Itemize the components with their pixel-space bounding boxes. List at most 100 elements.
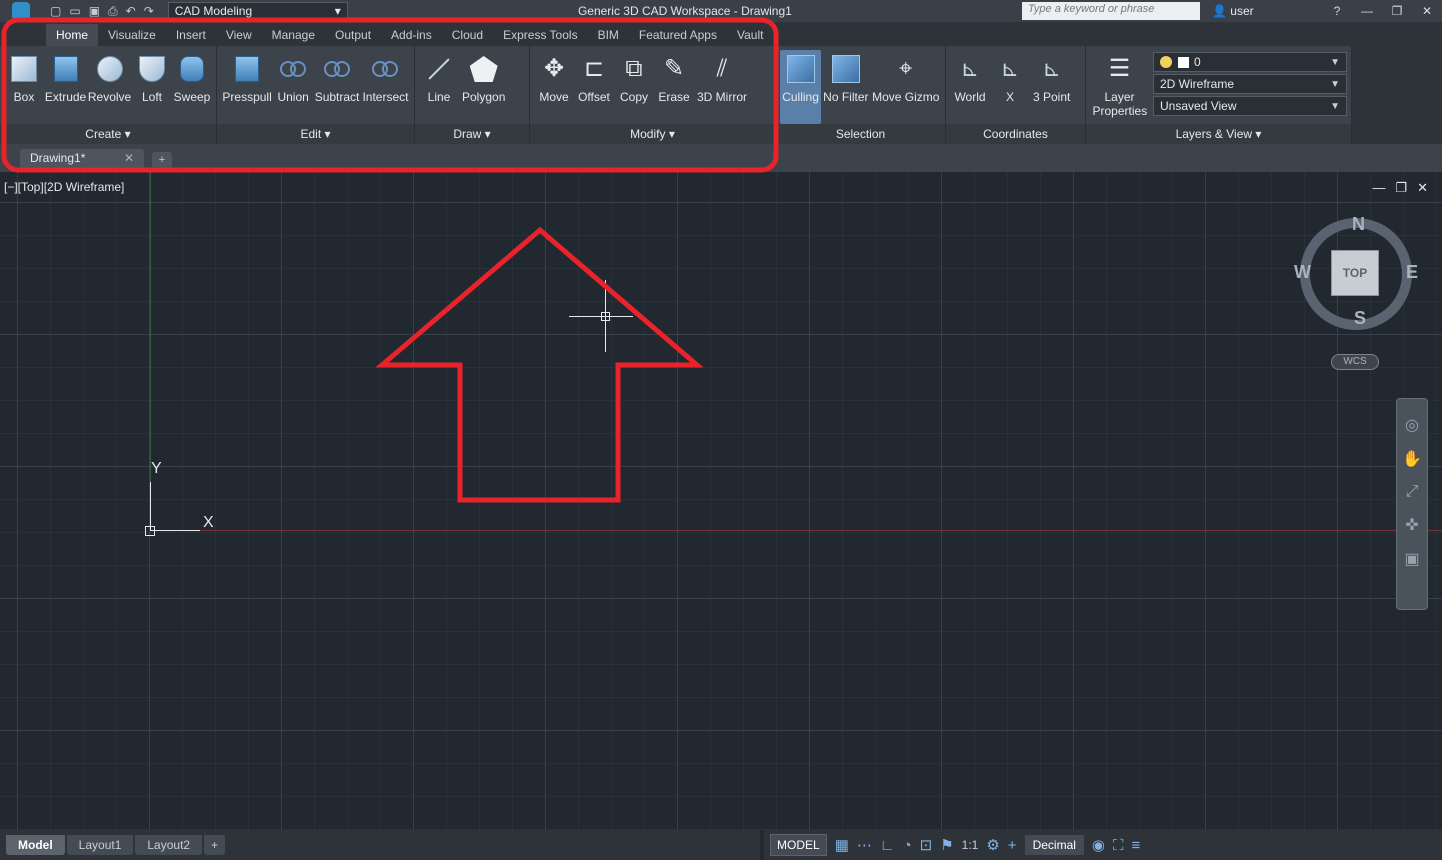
gear-icon[interactable]: ⚙ (986, 836, 999, 854)
box-button[interactable]: Box (4, 50, 44, 124)
move-button[interactable]: ✥ Move (534, 50, 574, 124)
menu-icon[interactable]: ≡ (1132, 837, 1141, 854)
tab-insert[interactable]: Insert (166, 24, 216, 46)
add-layout-button[interactable]: + (204, 835, 226, 855)
move-icon: ✥ (543, 55, 565, 82)
presspull-button[interactable]: Presspull (221, 50, 273, 124)
showmotion-icon[interactable]: ▣ (1404, 549, 1419, 569)
new-file-icon[interactable]: ▢ (50, 4, 61, 19)
sweep-button[interactable]: Sweep (172, 50, 212, 124)
viewport-controls-label[interactable]: [−][Top][2D Wireframe] (4, 180, 124, 194)
tab-view[interactable]: View (216, 24, 262, 46)
steering-wheel-icon[interactable]: ◎ (1405, 415, 1419, 435)
tab-layout1[interactable]: Layout1 (66, 835, 134, 855)
layer-select[interactable]: 0 ▼ (1153, 52, 1347, 72)
fullscreen-icon[interactable]: ⛶ (1113, 837, 1124, 854)
ucs-x-button[interactable]: ⊾ X (990, 50, 1030, 124)
isolate-icon[interactable]: ◉ (1092, 836, 1105, 854)
tab-manage[interactable]: Manage (262, 24, 325, 46)
open-file-icon[interactable]: ▭ (69, 4, 80, 19)
tab-vault[interactable]: Vault (727, 24, 773, 46)
compass-south[interactable]: S (1354, 308, 1366, 329)
polar-icon[interactable]: ◔ (903, 837, 912, 854)
copy-button[interactable]: ⧉ Copy (614, 50, 654, 124)
pan-hand-icon[interactable]: ✋ (1402, 449, 1422, 469)
layer-properties-button[interactable]: ☰ Layer Properties (1090, 50, 1149, 124)
drawing-viewport[interactable]: [−][Top][2D Wireframe] — ❐ ✕ X Y N S E W… (0, 172, 1442, 830)
print-icon[interactable]: ⎙ (108, 4, 118, 19)
tab-featured-apps[interactable]: Featured Apps (629, 24, 727, 46)
compass-north[interactable]: N (1352, 214, 1365, 235)
culling-button[interactable]: Culling (780, 50, 822, 124)
user-account[interactable]: 👤 user (1212, 4, 1322, 18)
panel-layers-view: ☰ Layer Properties 0 ▼ 2D Wireframe ▼ Unsav… (1086, 46, 1352, 144)
osnap-icon[interactable]: ⊡ (920, 836, 933, 854)
erase-button[interactable]: ✎ Erase (654, 50, 694, 124)
model-space-toggle[interactable]: MODEL (770, 834, 827, 856)
ortho-icon[interactable]: ∟ (880, 837, 895, 854)
units-select[interactable]: Decimal (1024, 835, 1084, 855)
panel-title-draw[interactable]: Draw ▾ (415, 124, 529, 144)
no-filter-button[interactable]: No Filter (821, 50, 870, 124)
ucs-3point-button[interactable]: ⊾ 3 Point (1030, 50, 1073, 124)
compass-west[interactable]: W (1294, 262, 1311, 283)
panel-title-layers-view[interactable]: Layers & View ▾ (1086, 124, 1351, 144)
tab-express-tools[interactable]: Express Tools (493, 24, 587, 46)
tab-visualize[interactable]: Visualize (98, 24, 166, 46)
view-cube-top-face[interactable]: TOP (1331, 250, 1379, 296)
new-tab-button[interactable]: + (152, 152, 172, 168)
offset-button[interactable]: ⊏ Offset (574, 50, 614, 124)
extrude-button[interactable]: Extrude (44, 50, 87, 124)
intersect-icon (372, 61, 399, 77)
help-icon[interactable]: ? (1322, 1, 1352, 21)
restore-viewport-icon[interactable]: ❐ (1395, 180, 1407, 196)
tab-home[interactable]: Home (46, 24, 99, 46)
zoom-icon[interactable]: ⤢ (1406, 483, 1419, 501)
offset-icon: ⊏ (583, 55, 605, 82)
visual-style-select[interactable]: 2D Wireframe ▼ (1153, 74, 1347, 94)
undo-icon[interactable]: ↶ (126, 4, 136, 19)
close-icon[interactable]: ✕ (1412, 1, 1442, 21)
ucs-x-icon: ⊾ (1000, 56, 1020, 81)
panel-title-edit[interactable]: Edit ▾ (217, 124, 414, 144)
save-icon[interactable]: ▣ (89, 4, 100, 19)
plus-icon[interactable]: + (1008, 837, 1017, 854)
tab-bim[interactable]: BIM (588, 24, 629, 46)
mirror-3d-button[interactable]: ⫽ 3D Mirror (694, 50, 750, 124)
close-viewport-icon[interactable]: ✕ (1417, 180, 1428, 196)
grid-icon[interactable]: ▦ (835, 836, 849, 854)
restore-icon[interactable]: ❐ (1382, 1, 1412, 21)
panel-title-modify[interactable]: Modify ▾ (530, 124, 775, 144)
loft-button[interactable]: Loft (132, 50, 172, 124)
intersect-button[interactable]: Intersect (361, 50, 410, 124)
workspace-select[interactable]: CAD Modeling ▾ (167, 2, 348, 20)
annotation-icon[interactable]: ⚑ (940, 836, 953, 854)
snap-icon[interactable]: ⋯ (857, 836, 872, 854)
polygon-button[interactable]: Polygon (459, 50, 508, 124)
line-icon (428, 58, 450, 80)
redo-icon[interactable]: ↷ (144, 4, 154, 19)
close-tab-icon[interactable]: ✕ (124, 151, 134, 165)
tab-model[interactable]: Model (6, 835, 65, 855)
tab-output[interactable]: Output (325, 24, 381, 46)
compass-east[interactable]: E (1406, 262, 1418, 283)
union-button[interactable]: Union (273, 50, 313, 124)
wcs-menu-button[interactable]: WCS (1331, 354, 1379, 370)
minimize-icon[interactable]: — (1352, 1, 1382, 21)
revolve-button[interactable]: Revolve (87, 50, 132, 124)
annotation-scale[interactable]: 1:1 (962, 838, 979, 852)
subtract-button[interactable]: Subtract (313, 50, 361, 124)
tab-layout2[interactable]: Layout2 (135, 835, 203, 855)
ucs-world-button[interactable]: ⊾ World (950, 50, 990, 124)
line-button[interactable]: Line (419, 50, 459, 124)
named-view-select[interactable]: Unsaved View ▼ (1153, 96, 1347, 116)
orbit-icon[interactable]: ✜ (1405, 515, 1418, 535)
move-gizmo-button[interactable]: ⌖ Move Gizmo (871, 50, 941, 124)
panel-title-create[interactable]: Create ▾ (0, 124, 216, 144)
minimize-viewport-icon[interactable]: — (1372, 180, 1385, 196)
tab-cloud[interactable]: Cloud (442, 24, 493, 46)
tab-add-ins[interactable]: Add-ins (381, 24, 442, 46)
search-input[interactable]: Type a keyword or phrase (1022, 2, 1200, 20)
file-tab-drawing1[interactable]: Drawing1* ✕ (20, 149, 144, 170)
application-menu-button[interactable] (0, 0, 42, 22)
